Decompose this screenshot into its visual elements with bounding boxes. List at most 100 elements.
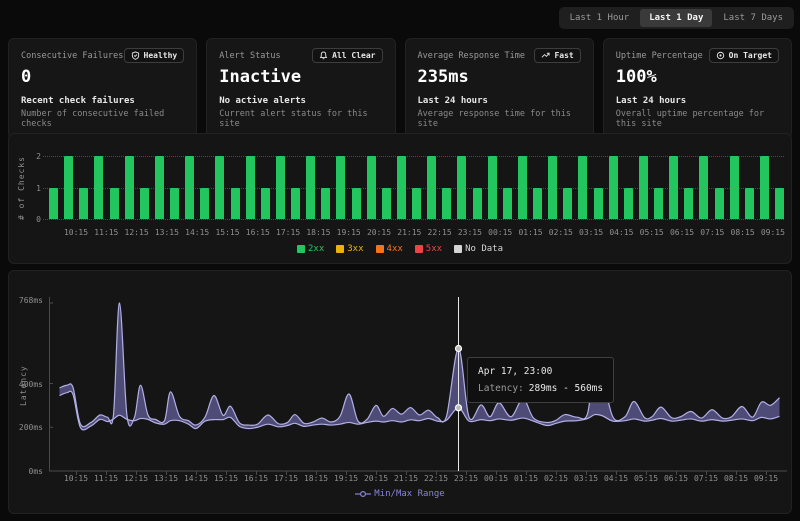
x-tick-label: 15:15 [214, 474, 238, 483]
card-title: Average Response Time [418, 48, 525, 61]
range-button-last-1-hour[interactable]: Last 1 Hour [561, 9, 639, 27]
range-button-last-7-days[interactable]: Last 7 Days [714, 9, 792, 27]
check-bar[interactable] [533, 188, 542, 220]
check-bar[interactable] [336, 156, 345, 219]
check-bar[interactable] [594, 188, 603, 220]
check-bar[interactable] [730, 156, 739, 219]
x-tick-label: 06:15 [670, 228, 694, 237]
badge-label: Healthy [144, 51, 178, 60]
range-button-last-1-day[interactable]: Last 1 Day [640, 9, 712, 27]
card-value: 235ms [418, 67, 581, 87]
x-tick-label: 01:15 [518, 228, 542, 237]
badge-label: On Target [729, 51, 772, 60]
check-bar[interactable] [306, 156, 315, 219]
latency-x-ticks: 10:1511:1512:1513:1514:1515:1516:1517:15… [49, 474, 789, 484]
legend-label: No Data [465, 244, 503, 254]
x-tick-label: 20:15 [367, 228, 391, 237]
check-bar[interactable] [170, 188, 179, 220]
check-bar[interactable] [382, 188, 391, 220]
check-bar[interactable] [140, 188, 149, 220]
x-tick-label: 21:15 [394, 474, 418, 483]
badge-label: Fast [554, 51, 573, 60]
tooltip-label: Latency: [478, 383, 524, 394]
tooltip-row: Latency: 289ms - 560ms [478, 383, 603, 394]
check-bar[interactable] [79, 188, 88, 220]
check-bar[interactable] [276, 156, 285, 219]
x-tick-label: 10:15 [64, 228, 88, 237]
check-bar[interactable] [231, 188, 240, 220]
check-bar[interactable] [503, 188, 512, 220]
check-bar[interactable] [321, 188, 330, 220]
check-bar[interactable] [654, 188, 663, 220]
check-bar[interactable] [684, 188, 693, 220]
check-bar[interactable] [775, 188, 784, 220]
check-bar[interactable] [215, 156, 224, 219]
check-bar[interactable] [563, 188, 572, 220]
check-bar[interactable] [427, 156, 436, 219]
check-bar[interactable] [699, 156, 708, 219]
check-bar[interactable] [669, 156, 678, 219]
card-value: 100% [616, 67, 779, 87]
latency-y-ticks: 768ms400ms200ms0ms [9, 271, 45, 481]
check-bar[interactable] [291, 188, 300, 220]
x-tick-label: 05:15 [640, 228, 664, 237]
check-bar[interactable] [125, 156, 134, 219]
x-tick-label: 20:15 [364, 474, 388, 483]
x-tick-label: 02:15 [549, 228, 573, 237]
x-tick-label: 03:15 [574, 474, 598, 483]
latency-chart-panel: Latency 768ms400ms200ms0ms 10:1511:1512:… [8, 270, 792, 514]
check-bar[interactable] [155, 156, 164, 219]
y-tick-label: 0 [11, 215, 41, 224]
check-bar[interactable] [246, 156, 255, 219]
check-bar[interactable] [94, 156, 103, 219]
badge-label: All Clear [332, 51, 375, 60]
monitoring-dashboard: Last 1 Hour Last 1 Day Last 7 Days Conse… [0, 0, 800, 521]
stat-cards-row: Consecutive Failures Healthy 0 Recent ch… [8, 38, 792, 122]
check-bar[interactable] [367, 156, 376, 219]
legend-label: 5xx [426, 244, 442, 254]
x-tick-label: 03:15 [579, 228, 603, 237]
check-bar[interactable] [473, 188, 482, 220]
check-bar[interactable] [624, 188, 633, 220]
x-tick-label: 22:15 [428, 228, 452, 237]
tooltip-value: 289ms - 560ms [529, 383, 603, 394]
check-bar[interactable] [200, 188, 209, 220]
check-bar[interactable] [518, 156, 527, 219]
legend-item-min-max-range: Min/Max Range [355, 489, 444, 499]
card-consecutive-failures: Consecutive Failures Healthy 0 Recent ch… [8, 38, 197, 139]
check-bar[interactable] [548, 156, 557, 219]
latency-chart-svg[interactable] [49, 291, 789, 481]
check-bar[interactable] [185, 156, 194, 219]
checks-bar-plot[interactable] [49, 156, 784, 219]
time-range-selector: Last 1 Hour Last 1 Day Last 7 Days [559, 7, 794, 29]
check-bar[interactable] [745, 188, 754, 220]
check-bar[interactable] [639, 156, 648, 219]
check-bar[interactable] [609, 156, 618, 219]
check-bar[interactable] [412, 188, 421, 220]
x-tick-label: 16:15 [246, 228, 270, 237]
check-bar[interactable] [488, 156, 497, 219]
gridline [43, 219, 784, 220]
legend-item-3xx: 3xx [336, 244, 363, 254]
card-description: Average response time for this site [418, 109, 581, 129]
check-bar[interactable] [49, 188, 58, 220]
tooltip-title: Apr 17, 23:00 [478, 366, 603, 377]
card-header: Consecutive Failures Healthy [21, 48, 184, 63]
card-value: Inactive [219, 67, 382, 87]
check-bar[interactable] [352, 188, 361, 220]
check-bar[interactable] [110, 188, 119, 220]
check-bar[interactable] [715, 188, 724, 220]
check-bar[interactable] [442, 188, 451, 220]
check-bar[interactable] [64, 156, 73, 219]
legend-item-no-data: No Data [454, 244, 503, 254]
check-bar[interactable] [261, 188, 270, 220]
card-header: Uptime Percentage On Target [616, 48, 779, 63]
x-tick-label: 00:15 [484, 474, 508, 483]
check-bar[interactable] [760, 156, 769, 219]
check-bar[interactable] [397, 156, 406, 219]
card-title: Consecutive Failures [21, 48, 123, 61]
check-bar[interactable] [457, 156, 466, 219]
y-tick-label: 1 [11, 184, 41, 193]
check-bar[interactable] [578, 156, 587, 219]
x-tick-label: 11:15 [94, 474, 118, 483]
